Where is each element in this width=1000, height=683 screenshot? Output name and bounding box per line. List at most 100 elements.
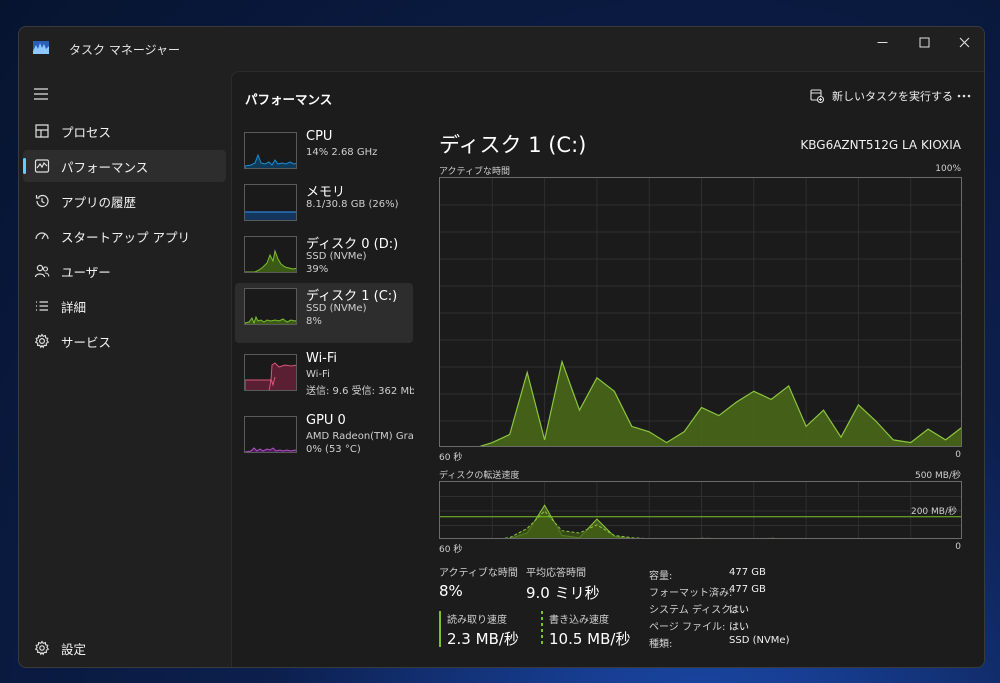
device-name: GPU 0 bbox=[306, 413, 346, 428]
run-new-task-label: 新しいタスクを実行する bbox=[832, 90, 953, 103]
disk1-thumbnail-graph bbox=[244, 288, 297, 325]
response-time-stat-value: 9.0 ミリ秒 bbox=[526, 584, 600, 602]
device-name: CPU bbox=[306, 129, 333, 144]
device-item-gpu-0[interactable]: GPU 0 AMD Radeon(TM) Graphics 0% (53 °C) bbox=[235, 411, 414, 471]
sidebar-item-startup-apps[interactable]: スタートアップ アプリ bbox=[23, 220, 226, 252]
response-time-stat-label: 平均応答時間 bbox=[526, 568, 586, 579]
close-icon bbox=[959, 37, 969, 47]
device-name: ディスク 0 (D:) bbox=[306, 237, 399, 252]
device-item-disk-1[interactable]: ディスク 1 (C:) SSD (NVMe) 8% bbox=[235, 283, 413, 343]
services-icon bbox=[34, 333, 50, 349]
page-file-key: ページ ファイル: bbox=[649, 622, 726, 633]
page-title: パフォーマンス bbox=[245, 92, 333, 107]
new-task-icon bbox=[810, 89, 824, 103]
processes-icon bbox=[35, 124, 49, 138]
device-item-cpu[interactable]: CPU 14% 2.68 GHz bbox=[235, 127, 413, 187]
transfer-chart-max: 500 MB/秒 bbox=[914, 471, 961, 481]
disk-model: KBG6AZNT512G LA KIOXIA bbox=[800, 138, 961, 152]
formatted-key: フォーマット済み: bbox=[649, 588, 733, 599]
read-speed-value: 2.3 MB/秒 bbox=[447, 630, 519, 648]
performance-icon bbox=[34, 159, 50, 173]
transfer-chart-label: ディスクの転送速度 bbox=[439, 471, 520, 481]
device-usage: 8% bbox=[306, 316, 322, 327]
sidebar: プロセス パフォーマンス アプリの履歴 スタートアップ アプリ ユーザー 詳細 … bbox=[19, 71, 231, 667]
type-value: SSD (NVMe) bbox=[729, 635, 790, 646]
active-time-stat-label: アクティブな時間 bbox=[439, 568, 518, 579]
device-item-wifi[interactable]: Wi-Fi Wi-Fi 送信: 9.6 受信: 362 Mbps bbox=[235, 349, 414, 409]
window-title: タスク マネージャー bbox=[69, 43, 180, 57]
more-icon bbox=[957, 94, 971, 98]
read-speed-accent bbox=[439, 611, 441, 647]
device-throughput: 送信: 9.6 受信: 362 Mbps bbox=[306, 386, 414, 397]
more-options-button[interactable] bbox=[954, 84, 974, 108]
system-disk-key: システム ディスク: bbox=[649, 605, 735, 616]
device-usage: 0% (53 °C) bbox=[306, 444, 361, 455]
details-icon bbox=[36, 301, 48, 311]
sidebar-item-label: サービス bbox=[61, 334, 112, 350]
gpu-thumbnail-graph bbox=[244, 416, 297, 453]
hamburger-menu-icon[interactable] bbox=[33, 87, 49, 101]
sidebar-item-app-history[interactable]: アプリの履歴 bbox=[23, 185, 226, 217]
close-button[interactable] bbox=[943, 27, 984, 57]
sidebar-item-performance[interactable]: パフォーマンス bbox=[23, 150, 226, 182]
transfer-rate-chart-svg bbox=[440, 482, 961, 538]
startup-icon bbox=[35, 232, 49, 240]
sidebar-item-label: ユーザー bbox=[61, 264, 111, 280]
active-time-chart-svg bbox=[440, 178, 961, 446]
device-name: Wi-Fi bbox=[306, 351, 338, 366]
type-key: 種類: bbox=[649, 639, 673, 650]
maximize-button[interactable] bbox=[903, 27, 945, 57]
device-item-memory[interactable]: メモリ 8.1/30.8 GB (26%) bbox=[235, 179, 413, 239]
sidebar-item-processes[interactable]: プロセス bbox=[23, 115, 226, 147]
sidebar-item-label: 詳細 bbox=[61, 299, 87, 315]
write-speed-value: 10.5 MB/秒 bbox=[549, 630, 631, 648]
sidebar-item-label: アプリの履歴 bbox=[61, 194, 137, 210]
device-usage: 39% bbox=[306, 264, 329, 275]
sidebar-item-users[interactable]: ユーザー bbox=[23, 255, 226, 287]
device-sub-info: SSD (NVMe) bbox=[306, 251, 367, 262]
minimize-icon bbox=[877, 41, 887, 43]
task-manager-app-icon bbox=[33, 41, 49, 54]
active-time-axis-end: 0 bbox=[955, 450, 961, 460]
active-time-chart bbox=[439, 177, 962, 447]
page-file-value: はい bbox=[729, 622, 749, 633]
gear-icon bbox=[34, 640, 50, 656]
cpu-thumbnail-graph bbox=[244, 132, 297, 169]
device-sub-info: 14% 2.68 GHz bbox=[306, 147, 378, 158]
sidebar-item-settings[interactable]: 設定 bbox=[23, 632, 226, 664]
disk0-thumbnail-graph bbox=[244, 236, 297, 273]
device-sub-info: SSD (NVMe) bbox=[306, 303, 367, 314]
capacity-value: 477 GB bbox=[729, 567, 766, 578]
transfer-axis-end: 0 bbox=[955, 542, 961, 552]
transfer-line-label: 200 MB/秒 bbox=[910, 507, 957, 517]
device-sub-info: Wi-Fi bbox=[306, 369, 330, 380]
main-content: パフォーマンス 新しいタスクを実行する CPU 14% 2.68 GHz メモリ… bbox=[231, 71, 984, 667]
sidebar-item-details[interactable]: 詳細 bbox=[23, 290, 226, 322]
device-item-disk-0[interactable]: ディスク 0 (D:) SSD (NVMe) 39% bbox=[235, 231, 413, 291]
sidebar-item-label: パフォーマンス bbox=[61, 159, 149, 175]
run-new-task-button[interactable]: 新しいタスクを実行する bbox=[810, 84, 953, 108]
active-time-chart-label: アクティブな時間 bbox=[439, 167, 511, 177]
active-time-axis-start: 60 秒 bbox=[439, 453, 463, 463]
device-name: ディスク 1 (C:) bbox=[306, 289, 398, 304]
device-sub-info: AMD Radeon(TM) Graphics bbox=[306, 431, 414, 442]
active-time-stat-value: 8% bbox=[439, 582, 463, 600]
formatted-value: 477 GB bbox=[729, 584, 766, 595]
history-icon bbox=[35, 194, 49, 208]
active-time-chart-max: 100% bbox=[935, 164, 961, 174]
disk-detail-panel: ディスク 1 (C:) KBG6AZNT512G LA KIOXIA アクティブ… bbox=[437, 127, 969, 667]
wifi-thumbnail-graph bbox=[244, 354, 297, 391]
users-icon bbox=[34, 264, 50, 278]
system-disk-value: はい bbox=[729, 605, 749, 616]
write-speed-label: 書き込み速度 bbox=[549, 615, 609, 626]
settings-label: 設定 bbox=[61, 641, 87, 657]
device-name: メモリ bbox=[306, 185, 346, 200]
device-sub-info: 8.1/30.8 GB (26%) bbox=[306, 199, 399, 210]
title-bar[interactable]: タスク マネージャー bbox=[19, 27, 984, 71]
maximize-icon bbox=[919, 37, 929, 47]
minimize-button[interactable] bbox=[861, 27, 903, 57]
memory-thumbnail-graph bbox=[244, 184, 297, 221]
transfer-rate-chart: 200 MB/秒 bbox=[439, 481, 962, 539]
sidebar-item-label: スタートアップ アプリ bbox=[61, 229, 190, 245]
sidebar-item-services[interactable]: サービス bbox=[23, 325, 226, 357]
